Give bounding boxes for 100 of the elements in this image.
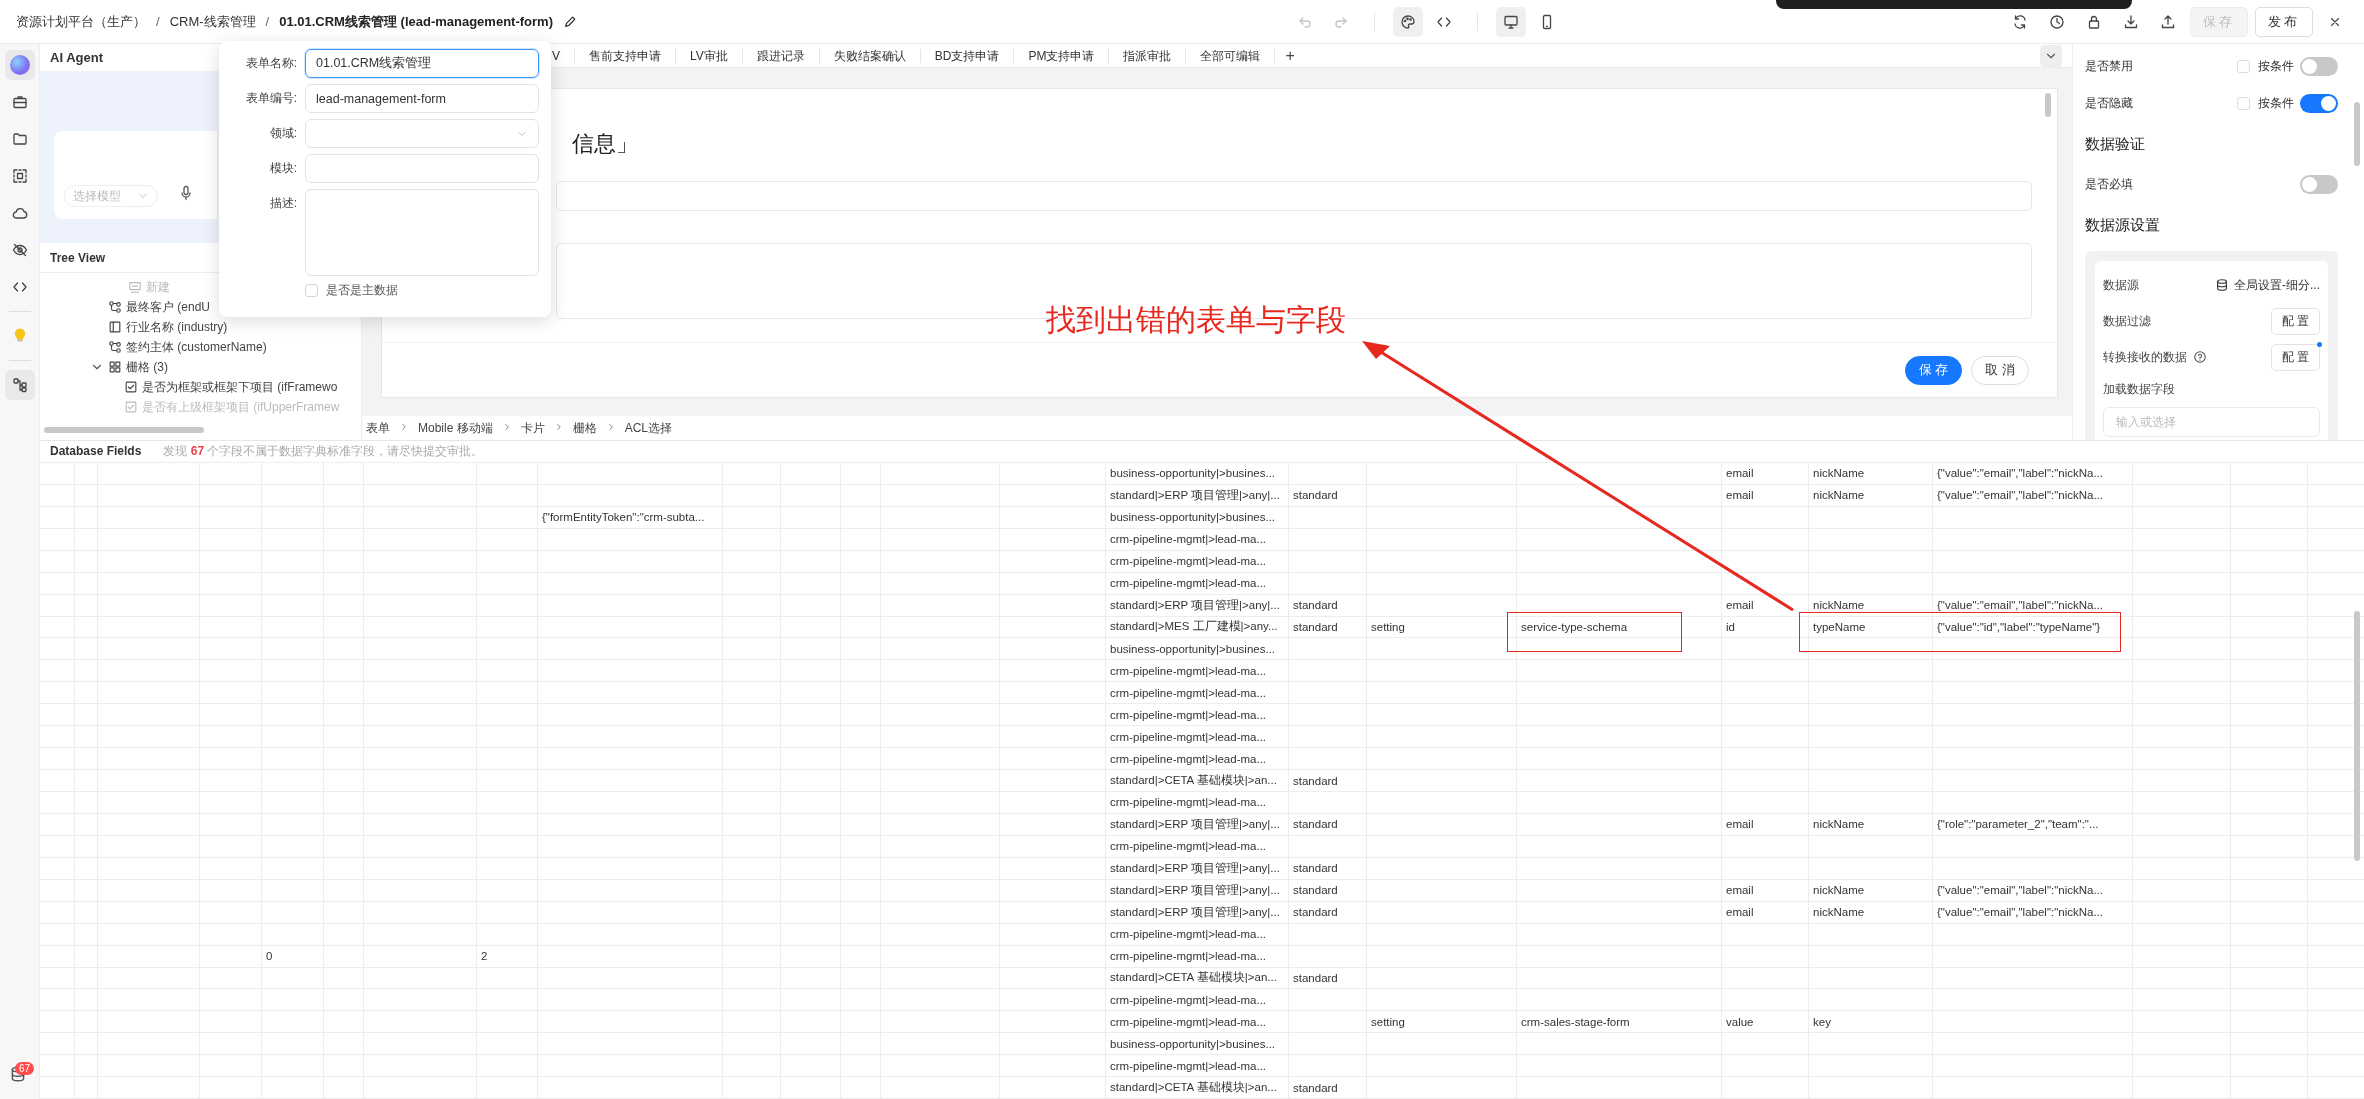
grid-icon bbox=[108, 360, 122, 374]
tabs-menu-button[interactable] bbox=[2040, 45, 2062, 67]
scrollbar[interactable] bbox=[2045, 93, 2051, 117]
table-cell: 0 bbox=[262, 945, 324, 967]
refresh-icon bbox=[2012, 13, 2028, 30]
text-field[interactable]: 01.01.CRM线索管理 bbox=[305, 49, 539, 78]
table-cell: crm-pipeline-mgmt|>lead-ma... bbox=[1106, 682, 1289, 704]
scrollbar[interactable] bbox=[2354, 611, 2360, 861]
section-heading: 数据源设置 bbox=[2085, 214, 2161, 235]
table-cell: crm-pipeline-mgmt|>lead-ma... bbox=[1106, 550, 1289, 572]
add-tab-button[interactable]: + bbox=[1275, 48, 1305, 63]
table-cell: {"role":"parameter_2","team":"... bbox=[1933, 813, 2133, 835]
save-button[interactable]: 保 存 bbox=[1904, 355, 1963, 385]
toggle-switch[interactable] bbox=[2300, 94, 2338, 113]
path-item[interactable]: 栅格 bbox=[572, 419, 597, 437]
table-cell: crm-pipeline-mgmt|>lead-ma... bbox=[1106, 726, 1289, 748]
table-cell: service-type-schema bbox=[1517, 616, 1722, 638]
path-item[interactable]: ACL选择 bbox=[624, 419, 673, 437]
path-item[interactable]: 卡片 bbox=[520, 419, 545, 437]
table-cell: 2 bbox=[477, 945, 538, 967]
table-cell: standard|>ERP 项目管理|>any|... bbox=[1106, 857, 1289, 879]
cancel-button[interactable]: 取 消 bbox=[1971, 355, 2029, 385]
textarea-field[interactable] bbox=[305, 189, 539, 276]
table-cell: standard bbox=[1289, 1077, 1367, 1099]
table-cell: business-opportunity|>busines... bbox=[1106, 638, 1289, 660]
table-cell: crm-pipeline-mgmt|>lead-ma... bbox=[1106, 945, 1289, 967]
table-cell: business-opportunity|>busines... bbox=[1106, 506, 1289, 528]
checkbox[interactable] bbox=[2237, 97, 2250, 110]
breadcrumb-item[interactable]: 资源计划平台（生产） bbox=[16, 12, 146, 31]
tab[interactable]: LV审批 bbox=[676, 48, 743, 63]
table-cell: setting bbox=[1367, 616, 1517, 638]
table-cell: crm-pipeline-mgmt|>lead-ma... bbox=[1106, 704, 1289, 726]
breadcrumb-item[interactable]: CRM-线索管理 bbox=[169, 12, 256, 31]
tab[interactable]: 失败结案确认 bbox=[819, 48, 921, 63]
tab[interactable]: PM支持申请 bbox=[1014, 48, 1110, 63]
scrollbar[interactable] bbox=[44, 427, 204, 433]
checkbox[interactable] bbox=[2237, 60, 2250, 73]
tree-item[interactable]: 行业名称 (industry) bbox=[40, 317, 228, 337]
tab[interactable]: 售前支持申请 bbox=[575, 48, 676, 63]
toggle-switch[interactable] bbox=[2300, 57, 2338, 76]
palette-icon bbox=[1400, 13, 1416, 30]
code-icon bbox=[11, 279, 28, 295]
desktop-view-button[interactable] bbox=[1496, 6, 1526, 37]
table-cell: nickName bbox=[1809, 813, 1933, 835]
table-cell: standard|>ERP 项目管理|>any|... bbox=[1106, 901, 1289, 923]
table-cell: {"formEntityToken":"crm-subta... bbox=[538, 506, 723, 528]
checkbox[interactable] bbox=[305, 284, 318, 297]
tab[interactable]: 指派审批 bbox=[1109, 48, 1187, 63]
path-item[interactable]: 表单 bbox=[366, 419, 390, 437]
design-mode-button[interactable] bbox=[1393, 6, 1423, 37]
checkbox-label: 是否是主数据 bbox=[326, 282, 398, 299]
table-cell: business-opportunity|>busines... bbox=[1106, 462, 1289, 484]
tree-item[interactable]: 是否为框架或框架下项目 (ifFramewo bbox=[40, 377, 338, 397]
database-icon bbox=[2215, 278, 2229, 292]
flow-rail-button[interactable] bbox=[4, 370, 35, 400]
table-cell: {"value":"email","label":"nickNa... bbox=[1933, 594, 2133, 616]
scrollbar[interactable] bbox=[2354, 102, 2360, 166]
section-heading: 信息」 bbox=[572, 130, 639, 158]
publish-button[interactable]: 发布 bbox=[2255, 6, 2313, 37]
tab[interactable]: V bbox=[552, 48, 575, 63]
agent-avatar-icon bbox=[9, 55, 30, 75]
breadcrumb-separator: / bbox=[156, 14, 160, 29]
table-cell: typeName bbox=[1809, 616, 1933, 638]
configure-button[interactable]: 配 置 bbox=[2270, 307, 2320, 335]
table-cell: {"value":"email","label":"nickNa... bbox=[1933, 462, 2133, 484]
tree-item[interactable]: 签约主体 (customerName) bbox=[40, 337, 267, 357]
section-title: Database Fields bbox=[50, 444, 142, 459]
table-cell: standard bbox=[1289, 770, 1367, 791]
input-field[interactable] bbox=[556, 181, 2032, 211]
checkbox-icon bbox=[124, 400, 138, 414]
select-field[interactable] bbox=[305, 119, 539, 148]
checkbox-icon bbox=[124, 380, 138, 394]
table-cell: crm-pipeline-mgmt|>lead-ma... bbox=[1106, 660, 1289, 682]
table-cell: standard bbox=[1289, 813, 1367, 835]
tree-item[interactable]: 栅格 (3) bbox=[40, 357, 168, 377]
configure-button[interactable]: 配 置 bbox=[2270, 343, 2320, 371]
briefcase-icon bbox=[11, 94, 28, 110]
table-cell: email bbox=[1722, 462, 1809, 484]
form-icon bbox=[128, 280, 142, 294]
path-item[interactable]: Mobile 移动端 bbox=[418, 419, 493, 437]
setting-label: 是否隐藏 bbox=[2085, 95, 2134, 112]
table-cell: standard bbox=[1289, 594, 1367, 616]
field-label: 描述: bbox=[268, 195, 297, 212]
text-field[interactable] bbox=[305, 154, 539, 183]
section-heading: 数据验证 bbox=[2085, 133, 2146, 154]
tab[interactable]: BD支持申请 bbox=[920, 48, 1015, 63]
table-cell: standard|>CETA 基础模块|>an... bbox=[1106, 967, 1289, 989]
table-cell: crm-pipeline-mgmt|>lead-ma... bbox=[1106, 989, 1289, 1011]
text-field[interactable]: lead-management-form bbox=[305, 84, 539, 113]
datasource-value[interactable]: 全局设置-细分... bbox=[2234, 276, 2320, 294]
microphone-icon bbox=[178, 185, 194, 201]
tab[interactable]: 跟进记录 bbox=[742, 48, 820, 63]
toggle-switch[interactable] bbox=[2300, 175, 2338, 194]
table-cell: email bbox=[1722, 901, 1809, 923]
pencil-icon bbox=[562, 14, 577, 29]
table-cell: key bbox=[1809, 1011, 1933, 1033]
agent-rail-button[interactable] bbox=[4, 50, 35, 80]
tab[interactable]: 全部可编辑 bbox=[1186, 48, 1276, 63]
tree-item[interactable]: 最终客户 (endU bbox=[40, 297, 211, 317]
table-cell: crm-pipeline-mgmt|>lead-ma... bbox=[1106, 748, 1289, 770]
